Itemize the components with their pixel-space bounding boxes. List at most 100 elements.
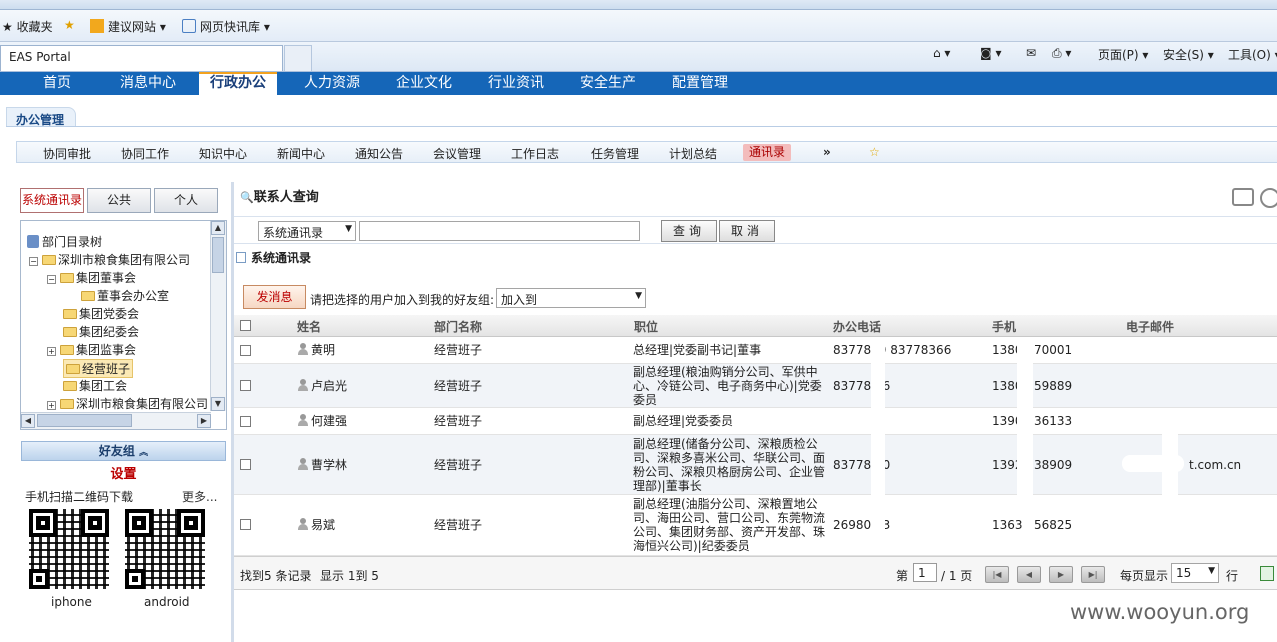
print-icon[interactable]: ⎙ ▾ — [1052, 46, 1071, 61]
header-email[interactable]: 电子邮件 — [1126, 318, 1174, 335]
cancel-button[interactable]: 取消 — [719, 220, 775, 242]
subnav-collab[interactable]: 协同工作 — [121, 145, 169, 162]
tree-node-company[interactable]: − 深圳市粮食集团有限公司 — [29, 251, 190, 268]
header-mobile[interactable]: 手机 — [992, 318, 1016, 335]
subnav-knowledge[interactable]: 知识中心 — [199, 145, 247, 162]
tab-public[interactable]: 公共 — [87, 188, 151, 213]
subnav-worklog[interactable]: 工作日志 — [511, 145, 559, 162]
nav-home[interactable]: 首页 — [43, 72, 71, 95]
contact-name[interactable]: 易斌 — [297, 518, 335, 532]
safety-menu[interactable]: 安全(S) ▾ — [1163, 46, 1214, 63]
folder-icon — [63, 309, 77, 319]
row-checkbox[interactable] — [240, 459, 251, 470]
tree-node-union[interactable]: 集团工会 — [63, 377, 127, 394]
page-number-input[interactable]: 1 — [913, 563, 937, 582]
tree-node-party[interactable]: 集团党委会 — [63, 305, 139, 322]
subnav-approval[interactable]: 协同审批 — [43, 145, 91, 162]
nav-culture[interactable]: 企业文化 — [396, 72, 452, 95]
first-page-icon[interactable]: |◀ — [985, 566, 1009, 583]
tools-menu[interactable]: 工具(O) ▾ — [1228, 46, 1277, 63]
email-cell[interactable]: t.com.cn — [1189, 458, 1241, 472]
tree-node-supervisors[interactable]: + 集团监事会 — [47, 341, 136, 358]
prev-page-icon[interactable]: ◀ — [1017, 566, 1041, 583]
tree-vertical-scrollbar[interactable]: ▲ ▼ — [210, 221, 226, 411]
nav-industry-news[interactable]: 行业资讯 — [488, 72, 544, 95]
home-icon[interactable]: ⌂ ▾ — [933, 46, 950, 60]
subnav-notice[interactable]: 通知公告 — [355, 145, 403, 162]
more-link[interactable]: 更多... — [182, 488, 217, 505]
nav-hr[interactable]: 人力资源 — [304, 72, 360, 95]
mail-icon[interactable]: ✉ — [1026, 46, 1036, 60]
subnav-contacts[interactable]: 通讯录 — [743, 144, 792, 161]
row-checkbox[interactable] — [240, 416, 251, 427]
subnav-plan[interactable]: 计划总结 — [669, 145, 717, 162]
add-to-group-select[interactable]: 加入到 ▼ — [496, 288, 646, 308]
scroll-thumb[interactable] — [212, 237, 224, 273]
row-checkbox[interactable] — [240, 380, 251, 391]
nav-admin-office[interactable]: 行政办公 — [199, 72, 277, 95]
header-office-phone[interactable]: 办公电话 — [833, 318, 881, 335]
row-checkbox[interactable] — [240, 345, 251, 356]
contact-name[interactable]: 何建强 — [297, 414, 347, 428]
comment-icon[interactable] — [1232, 188, 1254, 206]
subnav-tasks[interactable]: 任务管理 — [591, 145, 639, 162]
settings-link[interactable]: 设置 — [21, 463, 226, 482]
table-row[interactable]: 黄明 经营班子 总经理|党委副书记|董事 83778 9 83778366 13… — [234, 337, 1277, 364]
favorite-star-icon[interactable]: ☆ — [869, 145, 880, 159]
search-button[interactable]: 查询 — [661, 220, 717, 242]
expand-icon[interactable]: + — [47, 401, 56, 410]
page-menu[interactable]: 页面(P) ▾ — [1098, 46, 1148, 63]
nav-config[interactable]: 配置管理 — [672, 72, 728, 95]
select-all-checkbox[interactable] — [240, 320, 251, 331]
table-row[interactable]: 卢启光 经营班子 副总经理(粮油购销分公司、军供中心、冷链公司、电子商务中心)|… — [234, 364, 1277, 408]
table-row[interactable]: 曹学林 经营班子 副总经理(储备分公司、深粮质检公司、深粮多喜米公司、华联公司、… — [234, 435, 1277, 495]
tree-horizontal-scrollbar[interactable]: ◀ ▶ — [21, 412, 211, 429]
tree-node-management-selected[interactable]: 经营班子 — [63, 359, 134, 378]
next-page-icon[interactable]: ▶ — [1049, 566, 1073, 583]
tree-node-company2[interactable]: + 深圳市粮食集团有限公司 — [47, 395, 208, 412]
tab-personal[interactable]: 个人 — [154, 188, 218, 213]
add-favorite-icon[interactable]: ★ — [64, 18, 75, 32]
subnav-more[interactable]: » — [823, 145, 831, 159]
scroll-down-icon[interactable]: ▼ — [211, 397, 225, 411]
tree-node-board-office[interactable]: 董事会办公室 — [81, 287, 169, 304]
header-dept[interactable]: 部门名称 — [434, 318, 482, 335]
row-checkbox[interactable] — [240, 519, 251, 530]
send-message-button[interactable]: 发消息 — [243, 285, 306, 309]
contact-name[interactable]: 卢启光 — [297, 379, 347, 393]
tab-system-directory[interactable]: 系统通讯录 — [20, 188, 84, 213]
search-input[interactable] — [359, 221, 640, 241]
suggested-sites-link[interactable]: 建议网站 ▾ — [90, 18, 166, 35]
subnav-meeting[interactable]: 会议管理 — [433, 145, 481, 162]
table-row[interactable]: 易斌 经营班子 副总经理(油脂分公司、深粮置地公司、海田公司、营口公司、东莞物流… — [234, 495, 1277, 556]
smiley-icon[interactable] — [1260, 188, 1277, 208]
contact-name[interactable]: 曹学林 — [297, 458, 347, 472]
nav-messages[interactable]: 消息中心 — [120, 72, 176, 95]
subnav-news[interactable]: 新闻中心 — [277, 145, 325, 162]
collapse-icon[interactable]: − — [29, 257, 38, 266]
feeds-icon[interactable]: ◙ ▾ — [980, 46, 1001, 60]
export-excel-icon[interactable] — [1260, 566, 1274, 581]
favorites-button[interactable]: ★ 收藏夹 — [2, 18, 53, 35]
last-page-icon[interactable]: ▶| — [1081, 566, 1105, 583]
collapse-icon[interactable]: − — [47, 275, 56, 284]
header-name[interactable]: 姓名 — [297, 318, 321, 335]
friend-group-bar[interactable]: 好友组 ︽ — [21, 441, 226, 461]
per-page-select[interactable]: 15 ▼ — [1171, 563, 1219, 583]
tree-node-board[interactable]: − 集团董事会 — [47, 269, 136, 286]
hscroll-thumb[interactable] — [37, 414, 132, 427]
nav-safety[interactable]: 安全生产 — [580, 72, 636, 95]
tree-node-discipline[interactable]: 集团纪委会 — [63, 323, 139, 340]
header-position[interactable]: 职位 — [634, 318, 658, 335]
tree-root[interactable]: 部门目录树 — [27, 233, 102, 250]
directory-select[interactable]: 系统通讯录 ▼ — [258, 221, 356, 241]
contact-name[interactable]: 黄明 — [297, 343, 335, 357]
new-tab-button[interactable] — [284, 45, 312, 71]
web-slices-link[interactable]: 网页快讯库 ▾ — [182, 18, 270, 35]
browser-tab-eas-portal[interactable]: EAS Portal — [0, 45, 283, 71]
scroll-right-icon[interactable]: ▶ — [197, 414, 211, 428]
expand-icon[interactable]: + — [47, 347, 56, 356]
table-row[interactable]: 何建强 经营班子 副总经理|党委委员 1390 36133 — [234, 408, 1277, 435]
scroll-up-icon[interactable]: ▲ — [211, 221, 225, 235]
scroll-left-icon[interactable]: ◀ — [21, 414, 35, 428]
